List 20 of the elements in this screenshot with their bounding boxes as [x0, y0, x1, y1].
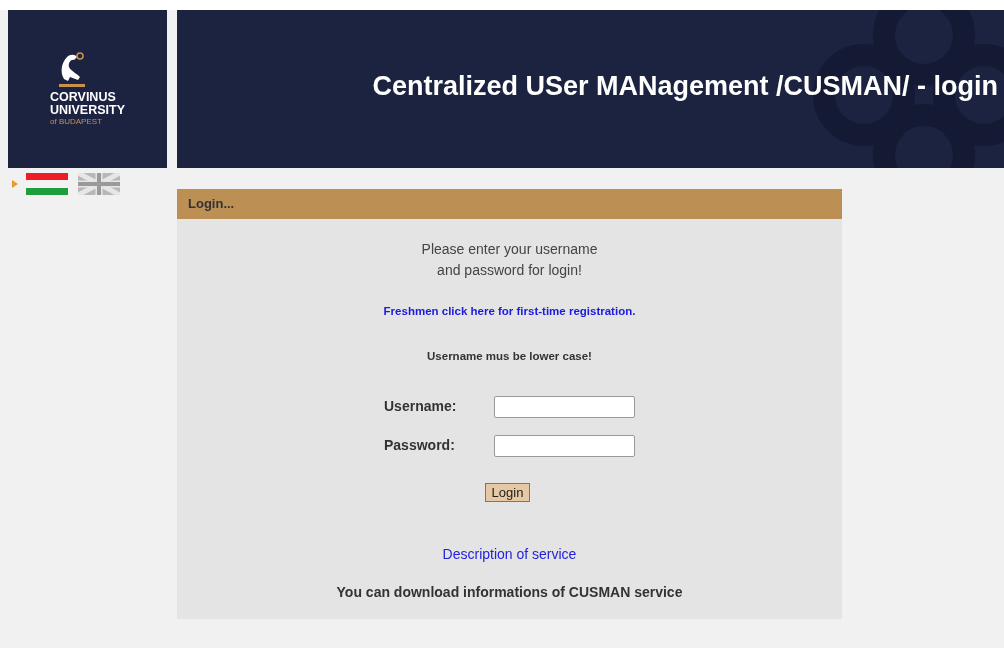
logo-text: UNIVERSITY	[50, 104, 126, 117]
field-label: Password:	[384, 436, 456, 455]
intro-text: and password for login!	[437, 261, 582, 280]
notice-text: Username mus be lower case!	[427, 349, 592, 365]
bird-logo-icon	[58, 51, 88, 87]
panel-title: Login...	[188, 195, 235, 214]
logo-text: CORVINUS	[50, 91, 117, 104]
username-field[interactable]	[494, 395, 635, 418]
british-flag-icon[interactable]	[78, 173, 120, 195]
page-title: Centralized USer MANagement /CUSMAN/ - login	[372, 69, 998, 103]
hungarian-flag-icon[interactable]	[26, 173, 68, 195]
login-button[interactable]: Login	[484, 482, 531, 502]
download-text: You can download informations of CUSMAN service	[336, 582, 683, 602]
intro-text: Please enter your username	[421, 240, 598, 259]
logo-subtext: of BUDAPEST	[50, 117, 103, 127]
password-field[interactable]	[494, 434, 635, 457]
selection-arrow-icon	[12, 180, 18, 188]
field-label: Username:	[384, 397, 458, 416]
description-link[interactable]: Description of service	[442, 543, 577, 565]
registration-link[interactable]: Freshmen click here for first-time registration.	[383, 303, 636, 321]
